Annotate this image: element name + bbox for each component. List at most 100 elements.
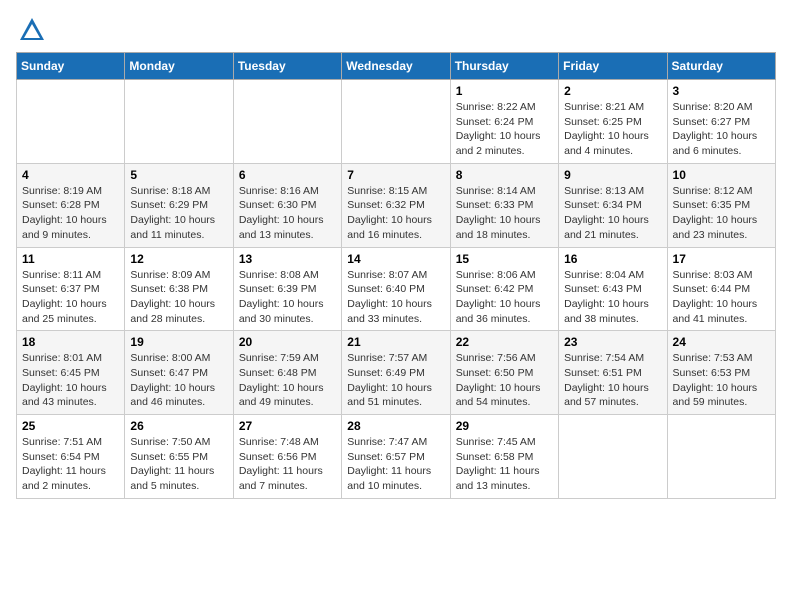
weekday-header: Thursday <box>450 53 558 80</box>
day-info: Sunrise: 8:14 AM Sunset: 6:33 PM Dayligh… <box>456 184 553 243</box>
calendar-cell: 2Sunrise: 8:21 AM Sunset: 6:25 PM Daylig… <box>559 80 667 164</box>
day-number: 26 <box>130 419 227 433</box>
day-info: Sunrise: 8:00 AM Sunset: 6:47 PM Dayligh… <box>130 351 227 410</box>
day-number: 1 <box>456 84 553 98</box>
day-info: Sunrise: 7:50 AM Sunset: 6:55 PM Dayligh… <box>130 435 227 494</box>
day-number: 23 <box>564 335 661 349</box>
day-number: 4 <box>22 168 119 182</box>
weekday-header: Tuesday <box>233 53 341 80</box>
calendar-cell: 11 Sunrise: 8:11 AM Sunset: 6:37 PM Dayli… <box>17 247 125 331</box>
day-info: Sunrise: 8:08 AM Sunset: 6:39 PM Dayligh… <box>239 268 336 327</box>
calendar-cell: 19 Sunrise: 8:00 AM Sunset: 6:47 PM Dayli… <box>125 331 233 415</box>
day-number: 20 <box>239 335 336 349</box>
day-info: Sunrise: 8:16 AM Sunset: 6:30 PM Dayligh… <box>239 184 336 243</box>
weekday-header: Saturday <box>667 53 775 80</box>
day-info: Sunrise: 8:01 AM Sunset: 6:45 PM Dayligh… <box>22 351 119 410</box>
calendar-cell: 10 Sunrise: 8:12 AM Sunset: 6:35 PM Dayli… <box>667 163 775 247</box>
calendar-cell: 4 Sunrise: 8:19 AM Sunset: 6:28 PM Daylig… <box>17 163 125 247</box>
day-number: 27 <box>239 419 336 433</box>
day-number: 17 <box>673 252 770 266</box>
day-number: 29 <box>456 419 553 433</box>
weekday-header: Friday <box>559 53 667 80</box>
calendar-cell: 13 Sunrise: 8:08 AM Sunset: 6:39 PM Dayli… <box>233 247 341 331</box>
day-info: Sunrise: 8:12 AM Sunset: 6:35 PM Dayligh… <box>673 184 770 243</box>
calendar-table: SundayMondayTuesdayWednesdayThursdayFrid… <box>16 52 776 499</box>
day-number: 22 <box>456 335 553 349</box>
calendar-cell <box>342 80 450 164</box>
calendar-cell: 24 Sunrise: 7:53 AM Sunset: 6:53 PM Dayli… <box>667 331 775 415</box>
day-number: 24 <box>673 335 770 349</box>
day-number: 11 <box>22 252 119 266</box>
weekday-header: Sunday <box>17 53 125 80</box>
day-info: Sunrise: 8:11 AM Sunset: 6:37 PM Dayligh… <box>22 268 119 327</box>
day-number: 9 <box>564 168 661 182</box>
day-info: Sunrise: 7:59 AM Sunset: 6:48 PM Dayligh… <box>239 351 336 410</box>
day-number: 19 <box>130 335 227 349</box>
calendar-cell <box>559 415 667 499</box>
day-number: 15 <box>456 252 553 266</box>
day-number: 12 <box>130 252 227 266</box>
day-info: Sunrise: 7:45 AM Sunset: 6:58 PM Dayligh… <box>456 435 553 494</box>
day-info: Sunrise: 7:57 AM Sunset: 6:49 PM Dayligh… <box>347 351 444 410</box>
calendar-cell: 29 Sunrise: 7:45 AM Sunset: 6:58 PM Dayli… <box>450 415 558 499</box>
calendar-week-row: 18 Sunrise: 8:01 AM Sunset: 6:45 PM Dayli… <box>17 331 776 415</box>
calendar-cell: 23 Sunrise: 7:54 AM Sunset: 6:51 PM Dayli… <box>559 331 667 415</box>
day-number: 8 <box>456 168 553 182</box>
page-header <box>16 16 776 44</box>
day-number: 7 <box>347 168 444 182</box>
calendar-week-row: 4 Sunrise: 8:19 AM Sunset: 6:28 PM Daylig… <box>17 163 776 247</box>
day-number: 13 <box>239 252 336 266</box>
logo <box>16 16 46 44</box>
day-number: 14 <box>347 252 444 266</box>
calendar-cell: 15 Sunrise: 8:06 AM Sunset: 6:42 PM Dayli… <box>450 247 558 331</box>
day-info: Sunrise: 7:53 AM Sunset: 6:53 PM Dayligh… <box>673 351 770 410</box>
calendar-cell: 6 Sunrise: 8:16 AM Sunset: 6:30 PM Daylig… <box>233 163 341 247</box>
day-info: Sunrise: 8:21 AM Sunset: 6:25 PM Dayligh… <box>564 100 661 159</box>
day-info: Sunrise: 8:13 AM Sunset: 6:34 PM Dayligh… <box>564 184 661 243</box>
day-number: 28 <box>347 419 444 433</box>
logo-icon <box>18 16 46 44</box>
day-info: Sunrise: 7:54 AM Sunset: 6:51 PM Dayligh… <box>564 351 661 410</box>
calendar-cell <box>17 80 125 164</box>
calendar-cell: 22Sunrise: 7:56 AM Sunset: 6:50 PM Dayli… <box>450 331 558 415</box>
calendar-cell <box>667 415 775 499</box>
calendar-week-row: 11 Sunrise: 8:11 AM Sunset: 6:37 PM Dayli… <box>17 247 776 331</box>
calendar-cell: 9 Sunrise: 8:13 AM Sunset: 6:34 PM Daylig… <box>559 163 667 247</box>
day-number: 25 <box>22 419 119 433</box>
calendar-cell: 16 Sunrise: 8:04 AM Sunset: 6:43 PM Dayli… <box>559 247 667 331</box>
day-info: Sunrise: 8:15 AM Sunset: 6:32 PM Dayligh… <box>347 184 444 243</box>
calendar-cell: 21 Sunrise: 7:57 AM Sunset: 6:49 PM Dayli… <box>342 331 450 415</box>
day-info: Sunrise: 8:22 AM Sunset: 6:24 PM Dayligh… <box>456 100 553 159</box>
calendar-cell: 25 Sunrise: 7:51 AM Sunset: 6:54 PM Dayli… <box>17 415 125 499</box>
day-info: Sunrise: 8:18 AM Sunset: 6:29 PM Dayligh… <box>130 184 227 243</box>
day-number: 3 <box>673 84 770 98</box>
day-info: Sunrise: 8:03 AM Sunset: 6:44 PM Dayligh… <box>673 268 770 327</box>
day-info: Sunrise: 8:19 AM Sunset: 6:28 PM Dayligh… <box>22 184 119 243</box>
calendar-header-row: SundayMondayTuesdayWednesdayThursdayFrid… <box>17 53 776 80</box>
weekday-header: Wednesday <box>342 53 450 80</box>
day-info: Sunrise: 7:51 AM Sunset: 6:54 PM Dayligh… <box>22 435 119 494</box>
calendar-cell: 26 Sunrise: 7:50 AM Sunset: 6:55 PM Dayli… <box>125 415 233 499</box>
day-info: Sunrise: 8:07 AM Sunset: 6:40 PM Dayligh… <box>347 268 444 327</box>
day-number: 16 <box>564 252 661 266</box>
calendar-cell: 17 Sunrise: 8:03 AM Sunset: 6:44 PM Dayli… <box>667 247 775 331</box>
day-info: Sunrise: 8:20 AM Sunset: 6:27 PM Dayligh… <box>673 100 770 159</box>
calendar-cell <box>233 80 341 164</box>
day-number: 21 <box>347 335 444 349</box>
calendar-week-row: 25 Sunrise: 7:51 AM Sunset: 6:54 PM Dayli… <box>17 415 776 499</box>
calendar-cell: 3 Sunrise: 8:20 AM Sunset: 6:27 PM Daylig… <box>667 80 775 164</box>
calendar-week-row: 1 Sunrise: 8:22 AM Sunset: 6:24 PM Daylig… <box>17 80 776 164</box>
day-info: Sunrise: 8:06 AM Sunset: 6:42 PM Dayligh… <box>456 268 553 327</box>
day-number: 5 <box>130 168 227 182</box>
calendar-cell: 5 Sunrise: 8:18 AM Sunset: 6:29 PM Daylig… <box>125 163 233 247</box>
calendar-cell: 28Sunrise: 7:47 AM Sunset: 6:57 PM Dayli… <box>342 415 450 499</box>
day-number: 6 <box>239 168 336 182</box>
calendar-cell: 7 Sunrise: 8:15 AM Sunset: 6:32 PM Daylig… <box>342 163 450 247</box>
day-info: Sunrise: 7:48 AM Sunset: 6:56 PM Dayligh… <box>239 435 336 494</box>
day-number: 10 <box>673 168 770 182</box>
day-info: Sunrise: 8:04 AM Sunset: 6:43 PM Dayligh… <box>564 268 661 327</box>
calendar-cell: 1 Sunrise: 8:22 AM Sunset: 6:24 PM Daylig… <box>450 80 558 164</box>
calendar-cell <box>125 80 233 164</box>
day-number: 18 <box>22 335 119 349</box>
weekday-header: Monday <box>125 53 233 80</box>
